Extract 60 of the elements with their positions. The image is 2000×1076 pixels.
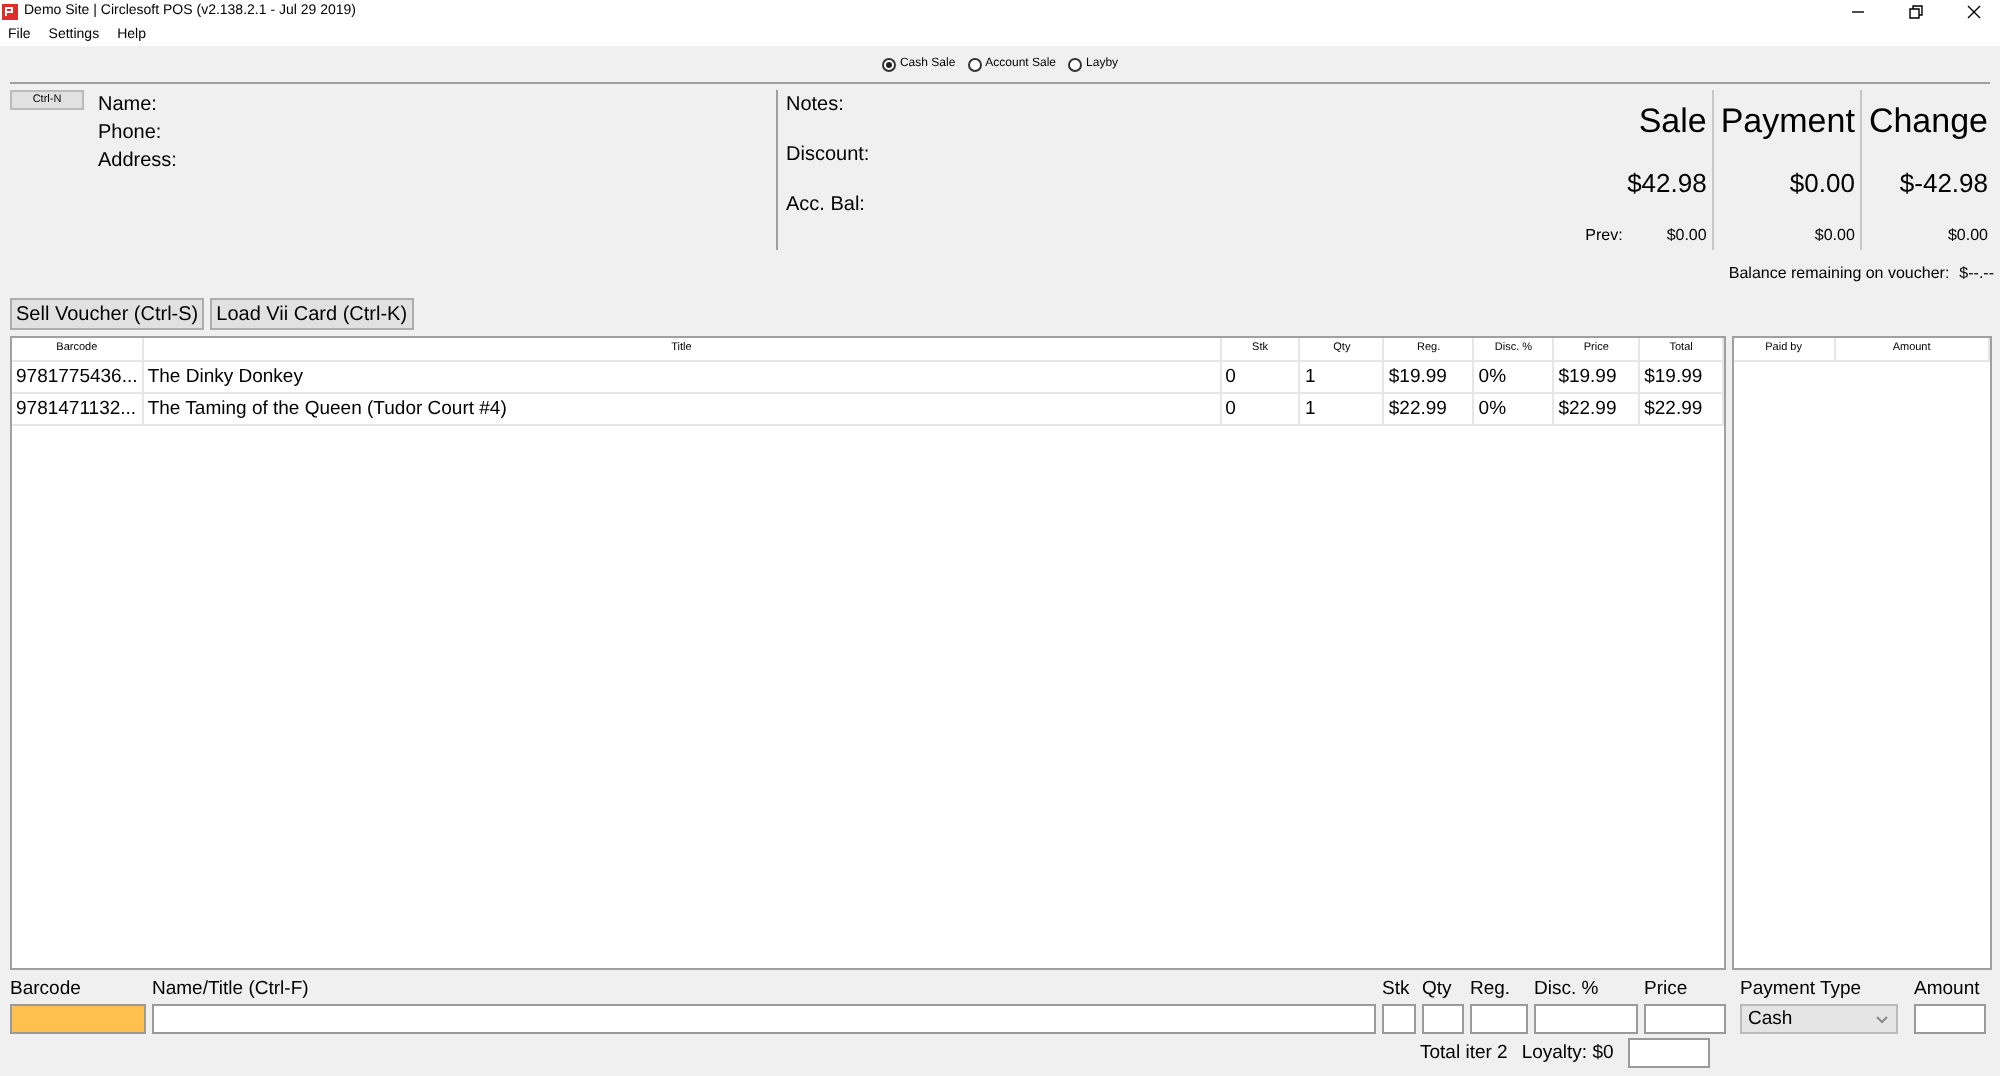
table-cell: $22.99: [1384, 394, 1475, 424]
input-field[interactable]: [10, 1004, 146, 1034]
total-heading: Change: [1868, 102, 1988, 142]
field-label: Reg.: [1470, 978, 1513, 1004]
customer-label: Address:: [98, 150, 177, 172]
total-items-text: Total iter 2: [1420, 1042, 1508, 1064]
table-cell: The Dinky Donkey: [143, 362, 1222, 392]
prev-amount: $0.00: [1814, 226, 1855, 244]
prev-amount: $0.00: [1666, 226, 1707, 244]
voucher-balance-label: Balance remaining on voucher:: [1728, 264, 1950, 286]
field-label: Qty: [1422, 978, 1454, 1004]
table-cell: 0: [1221, 394, 1301, 424]
table-cell: 9781775436...: [12, 362, 144, 392]
notes-label: Notes:: [786, 94, 846, 116]
input-field[interactable]: [1534, 1004, 1638, 1034]
voucher-balance-value: $--.--: [1959, 264, 1994, 286]
loyalty-text: Loyalty: $0: [1521, 1042, 1614, 1064]
table-cell: $19.99: [1640, 362, 1724, 392]
action-button[interactable]: Sell Voucher (Ctrl-S): [10, 298, 205, 330]
table-cell: 9781471132...: [12, 394, 144, 424]
customer-label: Name:: [98, 94, 159, 116]
field-label: Stk: [1382, 978, 1412, 1004]
total-amount: $0.00: [1789, 168, 1855, 198]
table-cell: 0%: [1474, 394, 1555, 424]
table-cell: 1: [1300, 394, 1385, 424]
total-heading: Payment: [1720, 102, 1855, 142]
table-cell: 0%: [1474, 362, 1555, 392]
payment-type-dropdown[interactable]: Cash: [1740, 1004, 1898, 1034]
total-heading: Sale: [1638, 102, 1707, 142]
input-field[interactable]: [1422, 1004, 1464, 1034]
action-button[interactable]: Load Vii Card (Ctrl-K): [210, 298, 414, 330]
input-field[interactable]: [152, 1004, 1376, 1034]
input-field[interactable]: [1627, 1038, 1710, 1068]
field-label: Disc. %: [1534, 978, 1601, 1004]
table-cell: $22.99: [1640, 394, 1724, 424]
field-label: Name/Title (Ctrl-F): [152, 978, 311, 1004]
notes-label: Discount:: [786, 144, 872, 166]
table-cell: $19.99: [1554, 362, 1641, 392]
table-cell: 0: [1221, 362, 1301, 392]
restore-icon[interactable]: [1908, 3, 1924, 19]
caret-icon: [1876, 1015, 1888, 1023]
total-amount: $42.98: [1627, 168, 1707, 198]
prev-label: Prev:: [1585, 226, 1623, 244]
total-amount: $-42.98: [1899, 168, 1988, 198]
field-label: Barcode: [10, 978, 83, 1004]
input-field[interactable]: [1914, 1004, 1986, 1034]
prev-amount: $0.00: [1947, 226, 1988, 244]
close-icon[interactable]: [1966, 3, 1982, 19]
customer-label: Phone:: [98, 122, 164, 144]
table-cell: $22.99: [1554, 394, 1641, 424]
notes-label: Acc. Bal:: [786, 194, 867, 216]
field-label: Price: [1644, 978, 1690, 1004]
input-field[interactable]: [1644, 1004, 1726, 1034]
field-label: Amount: [1914, 978, 1982, 1004]
table-cell: $19.99: [1384, 362, 1475, 392]
input-field[interactable]: [1470, 1004, 1528, 1034]
input-field[interactable]: [1382, 1004, 1416, 1034]
field-label: Payment Type: [1740, 978, 1864, 1004]
table-cell: 1: [1300, 362, 1385, 392]
table-cell: The Taming of the Queen (Tudor Court #4): [143, 394, 1222, 424]
